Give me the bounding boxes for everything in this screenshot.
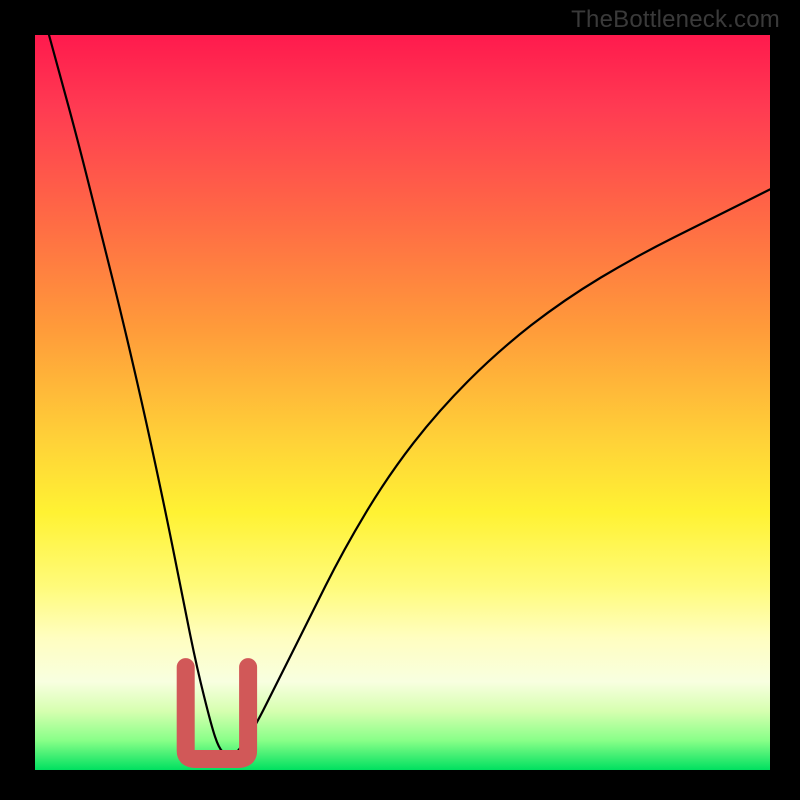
optimal-zone-marker xyxy=(186,667,248,759)
chart-frame: TheBottleneck.com xyxy=(0,0,800,800)
plot-area xyxy=(35,35,770,770)
watermark-text: TheBottleneck.com xyxy=(571,6,780,34)
bottleneck-curve xyxy=(35,0,770,755)
chart-svg xyxy=(35,35,770,770)
